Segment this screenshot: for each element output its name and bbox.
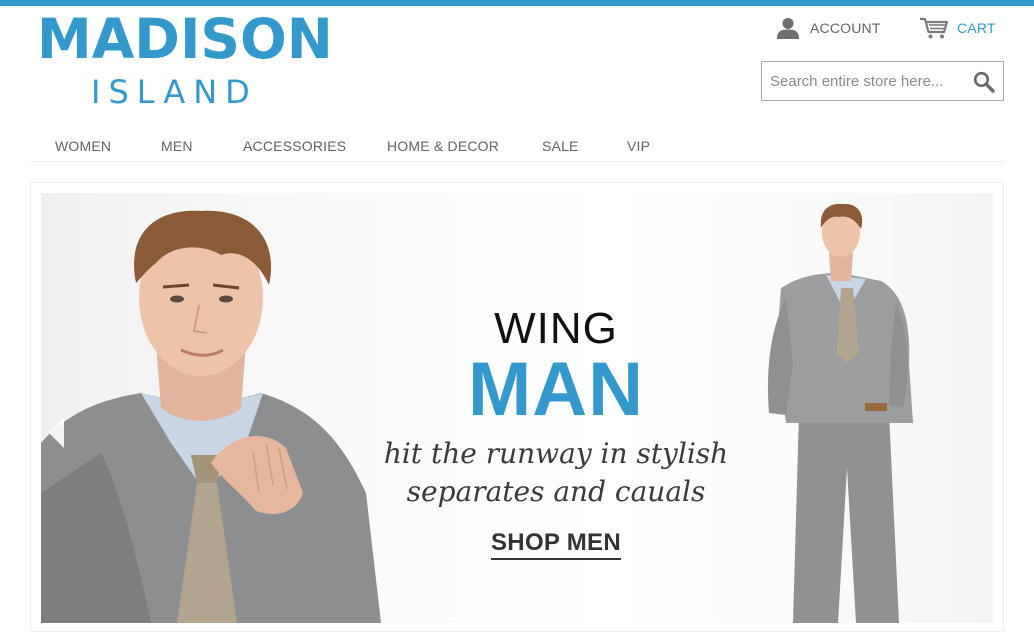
shop-men-button[interactable]: SHOP MEN [491, 529, 621, 560]
store-logo[interactable]: MADISON ISLAND [36, 10, 333, 111]
hero-promo: WING MAN hit the runway in stylish separ… [371, 307, 741, 560]
hero-tagline-line2: separates and cauals [406, 475, 706, 508]
main-nav: WOMEN MEN ACCESSORIES HOME & DECOR SALE … [30, 132, 1004, 162]
logo-sub-text: ISLAND [91, 73, 258, 111]
nav-item-men[interactable]: MEN [161, 138, 193, 154]
nav-item-women[interactable]: WOMEN [55, 138, 111, 154]
hero-headline-line2: MAN [467, 347, 645, 432]
top-accent-bar [0, 0, 1034, 6]
account-link[interactable]: ACCOUNT [776, 14, 881, 42]
nav-item-home-decor[interactable]: HOME & DECOR [387, 138, 499, 154]
cart-icon [920, 17, 949, 39]
prev-slide-arrow-icon [49, 418, 64, 448]
hero-slider: WING MAN hit the runway in stylish separ… [30, 182, 1004, 632]
account-label: ACCOUNT [810, 20, 881, 36]
nav-item-accessories[interactable]: ACCESSORIES [243, 138, 346, 154]
hero-slide[interactable]: WING MAN hit the runway in stylish separ… [41, 193, 993, 623]
search-box [761, 61, 1004, 101]
cart-label: CART [957, 20, 996, 36]
search-button[interactable] [973, 71, 995, 93]
prev-slide-button[interactable] [49, 418, 65, 453]
hero-headline-line1: WING [494, 304, 618, 353]
search-input[interactable] [762, 62, 962, 100]
nav-item-vip[interactable]: VIP [627, 138, 650, 154]
logo-main-text: MADISON [37, 7, 333, 71]
account-icon [777, 18, 799, 39]
nav-item-sale[interactable]: SALE [542, 138, 579, 154]
cart-link[interactable]: CART [919, 14, 996, 42]
search-icon [973, 71, 995, 93]
hero-tagline-line1: hit the runway in stylish [383, 437, 729, 470]
